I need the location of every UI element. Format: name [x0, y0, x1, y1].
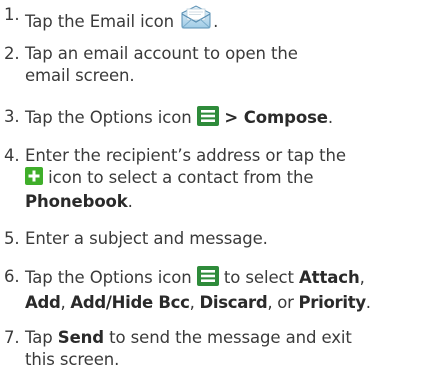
step-text: ,	[359, 268, 365, 287]
step-text: to select	[218, 268, 300, 287]
email-icon	[179, 4, 213, 36]
step-text: Tap	[25, 328, 58, 347]
step-text: .	[127, 192, 133, 211]
discard-label: Discard	[199, 293, 268, 312]
options-icon	[196, 266, 219, 292]
add-hide-bcc-label: Add/Hide Bcc	[70, 293, 190, 312]
send-label: Send	[57, 328, 105, 347]
attach-label: Attach	[299, 268, 360, 287]
step-2: 2. Tap an email account to open the emai…	[0, 43, 439, 87]
step-text: Tap the Email icon	[25, 12, 174, 31]
add-label: Add	[25, 293, 61, 312]
priority-label: Priority	[298, 293, 367, 312]
step-number: 3.	[4, 107, 20, 126]
step-3: 3. Tap the Options icon > Compose.	[0, 106, 439, 132]
step-number: 2.	[4, 44, 20, 63]
step-text: ,	[189, 293, 200, 312]
email-instructions: 1. Tap the Email icon . 2. Tap an email …	[0, 0, 439, 371]
options-icon	[196, 106, 219, 132]
step-text: icon to select a contact from the	[43, 168, 314, 187]
step-number: 1.	[4, 5, 20, 24]
step-1: 1. Tap the Email icon .	[0, 4, 439, 36]
step-number: 7.	[4, 328, 20, 347]
step-text: , or	[267, 293, 299, 312]
step-text: Tap an email account to open the email s…	[25, 44, 298, 85]
step-number: 6.	[4, 267, 20, 286]
step-5: 5. Enter a subject and message.	[0, 228, 439, 250]
add-contact-icon	[25, 167, 43, 191]
step-text: Enter the recipient’s address or tap the	[25, 146, 346, 165]
step-text: .	[365, 293, 371, 312]
step-7: 7. Tap Send to send the message and exit…	[0, 327, 439, 371]
step-4: 4. Enter the recipient’s address or tap …	[0, 145, 439, 213]
compose-label: Compose	[243, 108, 328, 127]
step-text: Tap the Options icon	[25, 268, 192, 287]
step-text-bold: >	[218, 108, 244, 127]
step-text: .	[213, 12, 219, 31]
step-6: 6. Tap the Options icon to select Attach…	[0, 266, 439, 314]
step-number: 5.	[4, 229, 20, 248]
step-text: .	[327, 108, 334, 127]
step-text: Tap the Options icon	[25, 108, 192, 127]
step-number: 4.	[4, 146, 20, 165]
phonebook-label: Phonebook	[25, 192, 128, 211]
step-text: Enter a subject and message.	[25, 229, 268, 248]
step-text: ,	[60, 293, 71, 312]
